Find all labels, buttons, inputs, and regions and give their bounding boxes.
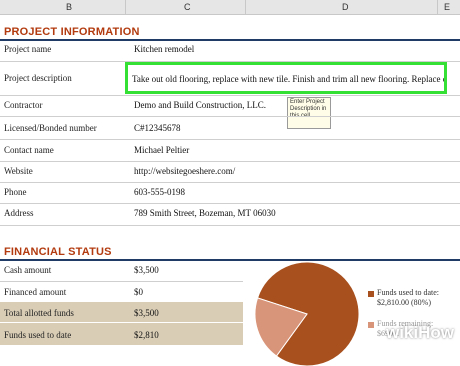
website-value[interactable]: http://websitegoeshere.com/ bbox=[134, 166, 235, 176]
column-header-c[interactable]: C bbox=[184, 2, 191, 12]
row-divider bbox=[0, 281, 243, 282]
legend-swatch-funds-used bbox=[368, 291, 374, 297]
row-divider bbox=[0, 161, 460, 162]
financed-amount-label: Financed amount bbox=[4, 287, 67, 297]
project-information-heading: PROJECT INFORMATION bbox=[4, 26, 140, 38]
wikihow-watermark: wikiHow bbox=[385, 323, 454, 342]
project-description-label: Project description bbox=[4, 73, 72, 83]
contractor-value[interactable]: Demo and Build Construction, LLC. bbox=[134, 100, 266, 110]
contact-name-value[interactable]: Michael Peltier bbox=[134, 145, 189, 155]
column-divider bbox=[245, 0, 246, 14]
cash-amount-label: Cash amount bbox=[4, 265, 52, 275]
contractor-label: Contractor bbox=[4, 100, 43, 110]
address-label: Address bbox=[4, 208, 34, 218]
section-rule bbox=[0, 259, 460, 261]
financed-amount-value[interactable]: $0 bbox=[134, 287, 143, 297]
row-divider bbox=[0, 182, 460, 183]
total-allotted-value[interactable]: $3,500 bbox=[134, 308, 159, 318]
licensed-bonded-label: Licensed/Bonded number bbox=[4, 123, 97, 133]
funds-used-value[interactable]: $2,810 bbox=[134, 330, 159, 340]
column-header-e[interactable]: E bbox=[444, 2, 450, 12]
project-description-cell-selected[interactable]: Take out old flooring, replace with new … bbox=[125, 62, 447, 94]
column-header-b[interactable]: B bbox=[66, 2, 72, 12]
financial-status-heading: FINANCIAL STATUS bbox=[4, 246, 112, 258]
funds-pie-chart bbox=[255, 262, 359, 366]
contact-name-label: Contact name bbox=[4, 145, 54, 155]
column-header-bar: B C D E bbox=[0, 0, 460, 15]
legend-funds-used: Funds used to date: $2,810.00 (80%) bbox=[377, 288, 439, 308]
input-message-tooltip: Enter Project Description in this cell bbox=[287, 97, 331, 129]
legend-funds-used-amount: $2,810.00 (80%) bbox=[377, 298, 431, 307]
row-divider bbox=[0, 203, 460, 204]
phone-label: Phone bbox=[4, 187, 27, 197]
row-divider bbox=[0, 95, 460, 96]
legend-swatch-funds-remaining bbox=[368, 322, 374, 328]
total-allotted-label: Total allotted funds bbox=[4, 308, 74, 318]
row-divider bbox=[0, 116, 460, 117]
row-divider bbox=[0, 139, 460, 140]
address-value[interactable]: 789 Smith Street, Bozeman, MT 06030 bbox=[134, 208, 276, 218]
website-label: Website bbox=[4, 166, 33, 176]
project-name-value[interactable]: Kitchen remodel bbox=[134, 44, 194, 54]
cash-amount-value[interactable]: $3,500 bbox=[134, 265, 159, 275]
row-divider bbox=[0, 225, 460, 226]
column-divider bbox=[437, 0, 438, 14]
column-divider bbox=[125, 0, 126, 14]
project-description-value[interactable]: Take out old flooring, replace with new … bbox=[132, 74, 444, 84]
phone-value[interactable]: 603-555-0198 bbox=[134, 187, 185, 197]
funds-used-label: Funds used to date bbox=[4, 330, 72, 340]
project-name-label: Project name bbox=[4, 44, 52, 54]
section-rule bbox=[0, 39, 460, 41]
licensed-bonded-value[interactable]: C#12345678 bbox=[134, 123, 181, 133]
legend-funds-used-label: Funds used to date: bbox=[377, 288, 439, 297]
column-header-d[interactable]: D bbox=[342, 2, 349, 12]
